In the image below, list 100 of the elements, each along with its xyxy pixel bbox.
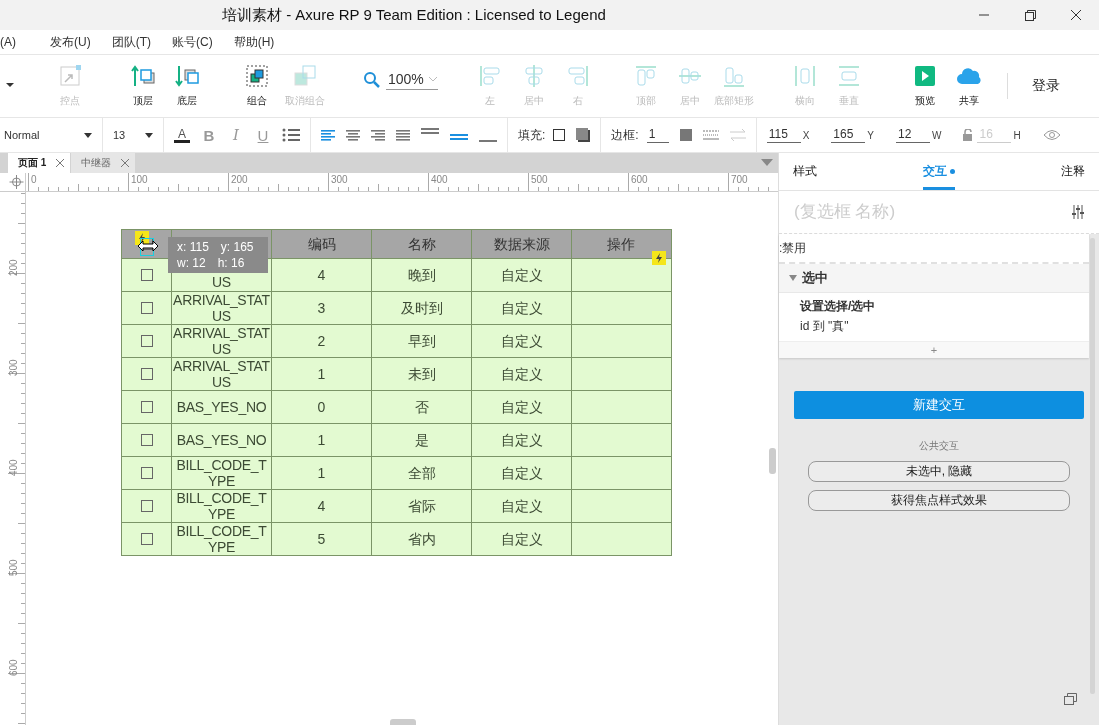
checkbox[interactable] <box>140 269 153 281</box>
ruler-label: 200 <box>231 174 248 185</box>
tooltip-text: h: 16 <box>217 256 245 270</box>
eye-icon[interactable] <box>1042 129 1061 141</box>
ruler-label: 200 <box>8 258 19 276</box>
menu-item[interactable]: 团队(T) <box>111 33 151 51</box>
position-field[interactable]: 12 <box>896 127 931 143</box>
ruler-label: 100 <box>131 174 148 185</box>
position-field[interactable]: 165 <box>831 127 866 143</box>
align-justify-icon[interactable] <box>396 128 410 142</box>
align-left-icon[interactable] <box>321 128 335 142</box>
menu-item[interactable]: (A) <box>0 35 16 49</box>
table-cell: 省内 <box>371 523 471 555</box>
border-color-swatch[interactable] <box>679 129 692 141</box>
crosshair-icon[interactable] <box>8 173 26 191</box>
back-button[interactable]: 底层 <box>165 64 209 108</box>
field-label: Y <box>867 129 875 141</box>
checkbox[interactable] <box>140 500 153 512</box>
popout-icon[interactable] <box>1064 693 1078 705</box>
panel-tab[interactable]: 样式 <box>793 153 817 190</box>
lightning-icon[interactable] <box>135 231 149 245</box>
ungroup-icon <box>293 64 317 88</box>
ruler-label: 500 <box>531 174 548 185</box>
style-dropdown[interactable]: Normal <box>4 129 92 141</box>
align-top-icon <box>633 64 658 88</box>
expand-icon[interactable] <box>789 275 797 281</box>
handle-icon <box>58 64 82 88</box>
font-size-dropdown[interactable]: 13 <box>113 129 153 141</box>
checkbox[interactable] <box>140 434 153 446</box>
border-width-field[interactable]: 1 <box>646 127 669 143</box>
tooltip-text: x: 115 <box>177 240 209 254</box>
menu-item[interactable]: 账号(C) <box>172 33 213 51</box>
scrollbar-thumb[interactable] <box>769 448 776 474</box>
zoom-field[interactable]: 100% <box>386 70 438 90</box>
ruler-label: 700 <box>731 174 748 185</box>
selection-outline <box>140 238 154 256</box>
bullet-list-icon[interactable] <box>282 128 300 142</box>
ruler-label: 400 <box>8 458 19 476</box>
tooltip-text: y: 165 <box>220 240 254 254</box>
distribute-icon <box>792 64 817 88</box>
checkbox[interactable] <box>140 368 153 380</box>
scrollbar[interactable] <box>1090 238 1095 694</box>
border-label: 边框: <box>611 126 639 144</box>
share-button[interactable]: 共享 <box>946 64 991 108</box>
preview-button[interactable]: 预览 <box>902 64 947 108</box>
resize-cursor-icon <box>137 240 159 252</box>
checkbox[interactable] <box>140 302 153 314</box>
field-label: W <box>932 129 942 141</box>
ruler-label: 600 <box>631 174 648 185</box>
checkbox[interactable] <box>140 335 153 347</box>
menu-item[interactable]: 帮助(H) <box>233 33 275 51</box>
checkbox[interactable] <box>140 467 153 479</box>
caret-icon <box>145 132 153 138</box>
action-title[interactable]: 设置选择/选中 <box>800 297 1068 315</box>
tooltip-text: w: 12 <box>177 256 206 270</box>
settings-icon[interactable] <box>1072 205 1084 219</box>
font-color-button[interactable]: A <box>174 127 190 143</box>
ruler-label: 500 <box>8 558 19 576</box>
play-icon <box>912 64 937 88</box>
caret-icon <box>84 132 92 138</box>
lock-icon[interactable] <box>963 129 974 141</box>
scrollbar-thumb[interactable] <box>390 719 416 725</box>
case-header[interactable]: 选中 <box>779 264 1089 293</box>
table-cell: BILL_CODE_TYPE <box>171 523 271 555</box>
close-icon[interactable] <box>121 159 130 167</box>
shadow-icon[interactable] <box>576 128 591 142</box>
field-label: H <box>1013 129 1021 141</box>
group-button[interactable]: 组合 <box>235 64 279 108</box>
ruler-label: 600 <box>8 658 19 676</box>
fill-color-swatch[interactable] <box>553 129 566 141</box>
ruler-label: 300 <box>8 358 19 376</box>
table-cell: 自定义 <box>471 523 571 555</box>
search-icon <box>363 71 381 89</box>
checkbox[interactable] <box>140 401 153 413</box>
panel-tab[interactable]: 交互 <box>923 153 955 190</box>
group-icon <box>245 64 269 88</box>
menu-item[interactable]: 发布(U) <box>50 33 91 51</box>
caret-icon[interactable] <box>761 159 773 167</box>
common-interaction-button[interactable]: 获得焦点样式效果 <box>808 490 1070 511</box>
close-icon[interactable] <box>56 159 65 167</box>
lightning-icon[interactable] <box>652 251 666 265</box>
login-button[interactable]: 登录 <box>1023 73 1068 99</box>
ruler-label: 400 <box>431 174 448 185</box>
bring-front-icon <box>131 64 155 88</box>
front-button[interactable]: 顶层 <box>121 64 165 108</box>
checkbox[interactable] <box>140 533 153 545</box>
page-tab[interactable]: 中继器 <box>71 153 136 173</box>
align-center-icon[interactable] <box>346 128 360 142</box>
page-tab[interactable]: 页面 1 <box>8 153 71 173</box>
panel-tab[interactable]: 注释 <box>1061 153 1085 190</box>
align-right-icon[interactable] <box>371 128 385 142</box>
align-left-icon <box>477 64 502 88</box>
action-detail: id 到 "真" <box>800 318 850 335</box>
common-interaction-button[interactable]: 未选中, 隐藏 <box>808 461 1070 482</box>
section-label: 公共交互 <box>918 439 960 453</box>
align-bottom-icon <box>721 64 746 88</box>
ruler-label: 300 <box>331 174 348 185</box>
ruler-label: 0 <box>31 174 37 185</box>
position-field[interactable]: 115 <box>766 127 801 143</box>
send-back-icon <box>175 64 199 88</box>
